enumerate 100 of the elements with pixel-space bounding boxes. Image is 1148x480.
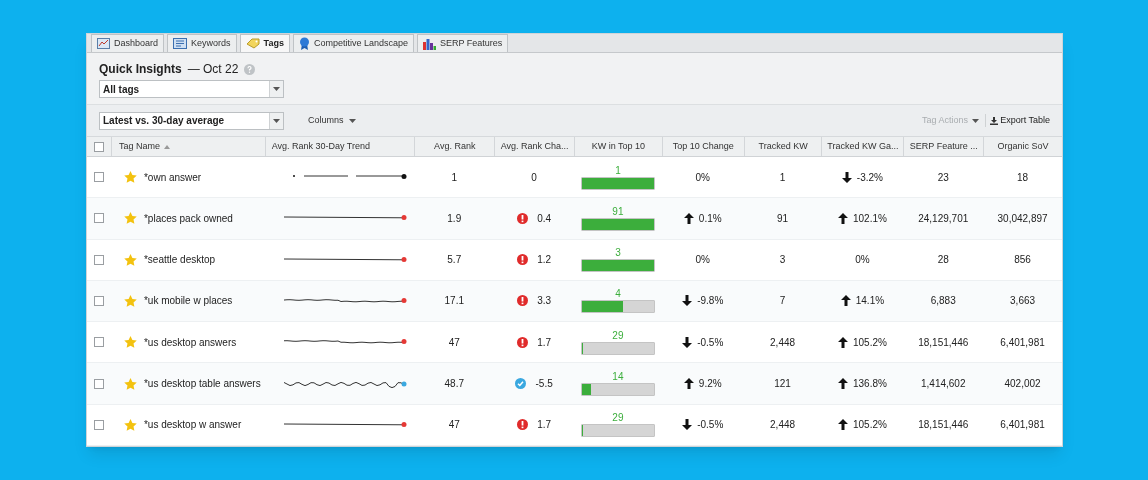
tag-name[interactable]: *us desktop w answer (143, 417, 242, 433)
tab[interactable]: Tags (239, 34, 290, 52)
tag-name[interactable]: *seattle desktop (143, 252, 216, 268)
table-cell-text: 30,042,897 (997, 211, 1048, 226)
tag-name[interactable]: *us desktop answers (143, 334, 237, 350)
help-icon[interactable] (244, 63, 256, 75)
table-cell-text: 1 (779, 170, 786, 185)
page-title: Quick Insights (99, 61, 182, 78)
tab[interactable]: Dashboard (91, 34, 165, 52)
tab[interactable]: SERP Features (416, 34, 509, 52)
table-cell-text: 856 (1014, 253, 1031, 268)
ribbon-icon (298, 37, 310, 50)
column-header[interactable]: Tag Name (110, 137, 265, 156)
table-cell-text: 6,883 (930, 294, 956, 309)
tag-name[interactable]: *own answer (143, 169, 202, 185)
star-icon[interactable] (123, 377, 137, 390)
table-cell-text: 1 (451, 170, 458, 185)
star-icon[interactable] (123, 295, 137, 307)
table-cell-text: 2,448 (770, 418, 796, 433)
row-checkbox[interactable] (93, 172, 104, 183)
table-cell-text: 402,002 (1004, 377, 1041, 392)
table-cell-text: 6,401,981 (1000, 335, 1045, 350)
kw-count: 29 (612, 412, 624, 425)
sort-ascending-icon (164, 144, 170, 149)
star-icon[interactable] (123, 418, 137, 431)
table-cell-text: 18,151,446 (918, 335, 969, 350)
table-cell-text: 18,151,446 (918, 418, 969, 433)
columns-button[interactable]: Columns (308, 113, 356, 128)
table-cell-text: 28 (937, 253, 949, 268)
table-cell-text: -5.5 (535, 377, 553, 392)
table-cell-text: 105.2% (852, 418, 887, 433)
star-icon[interactable] (123, 212, 137, 225)
table-cell-text: 105.2% (852, 335, 887, 350)
table-cell-text: 0% (695, 170, 710, 185)
table-cell-text: 1.7 (537, 418, 552, 433)
table-cell-text: 102.1% (852, 211, 887, 226)
date-label: — Oct 22 (187, 61, 239, 78)
caret-icon (348, 118, 356, 123)
bar-chart-icon (422, 37, 436, 50)
table-cell-text: 2,448 (770, 335, 796, 350)
kw-count: 1 (615, 164, 621, 177)
table-cell-text: 3 (779, 253, 786, 268)
column-header[interactable]: Avg. Rank (414, 137, 495, 156)
tag-icon (245, 38, 260, 49)
kw-count: 14 (612, 371, 624, 384)
table-cell-text: 18 (1017, 170, 1029, 185)
kw-count: 4 (615, 288, 621, 301)
tag-filter-dropdown[interactable]: All tags (99, 80, 284, 98)
table-cell-text: 6,401,981 (1000, 418, 1045, 433)
star-icon[interactable] (123, 253, 137, 266)
table-cell-text: 1.7 (537, 335, 552, 350)
column-header[interactable]: Organic SoV (983, 137, 1062, 156)
book-icon (173, 38, 188, 49)
table-cell-text: 121 (774, 377, 791, 392)
column-header[interactable]: Tracked KW (743, 137, 822, 156)
tag-name[interactable]: *us desktop table answers (143, 376, 261, 392)
table-cell-text: 0.4 (537, 211, 552, 226)
star-icon[interactable] (123, 171, 137, 184)
star-icon[interactable] (123, 336, 137, 349)
tab[interactable]: Competitive Landscape (292, 34, 414, 52)
row-checkbox[interactable] (93, 378, 104, 389)
chevron-down-icon (273, 118, 280, 123)
column-header[interactable]: Top 10 Change (661, 137, 744, 156)
table-cell-text: 1.2 (537, 253, 552, 268)
table-cell-text: -3.2% (856, 170, 883, 185)
table-cell-text: 136.8% (852, 377, 887, 392)
table-cell-text: 17.1 (444, 294, 464, 309)
select-all-checkbox[interactable] (93, 141, 104, 152)
column-header[interactable]: Avg. Rank Cha... (494, 137, 574, 156)
column-header[interactable]: SERP Feature ... (903, 137, 984, 156)
row-checkbox[interactable] (93, 254, 104, 265)
comparison-dropdown[interactable]: Latest vs. 30-day average (99, 111, 284, 130)
table-cell-text: 3,663 (1010, 294, 1036, 309)
row-checkbox[interactable] (93, 213, 104, 224)
row-checkbox[interactable] (93, 337, 104, 348)
table-cell-text: -0.5% (697, 418, 724, 433)
tag-name[interactable]: *places pack owned (143, 210, 233, 226)
column-header[interactable]: Avg. Rank 30-Day Trend (264, 137, 415, 156)
export-table-button[interactable]: Export Table (990, 113, 1050, 128)
column-header[interactable]: KW in Top 10 (574, 137, 662, 156)
table-cell-text: 0 (531, 170, 537, 185)
table-cell-text: 47 (448, 335, 460, 350)
tag-name[interactable]: *uk mobile w places (143, 293, 233, 309)
kw-count: 3 (615, 247, 621, 260)
column-header[interactable]: Tracked KW Ga... (821, 137, 904, 156)
table-cell-text: -0.5% (697, 335, 724, 350)
table-cell-text: 91 (777, 211, 789, 226)
chart-icon (97, 38, 110, 49)
row-checkbox[interactable] (93, 419, 104, 430)
table-cell-text: 48.7 (444, 377, 464, 392)
table-cell-text: 7 (779, 294, 786, 309)
table-cell-text: -9.8% (697, 294, 724, 309)
download-icon (990, 116, 999, 125)
row-checkbox[interactable] (93, 296, 104, 306)
table-cell-text: 24,129,701 (918, 211, 969, 226)
table-cell-text: 3.3 (537, 294, 552, 309)
chevron-down-icon (273, 87, 280, 91)
table-cell-text: 14.1% (855, 294, 885, 309)
table-cell-text: 5.7 (447, 253, 462, 268)
tab[interactable]: Keywords (167, 34, 237, 52)
